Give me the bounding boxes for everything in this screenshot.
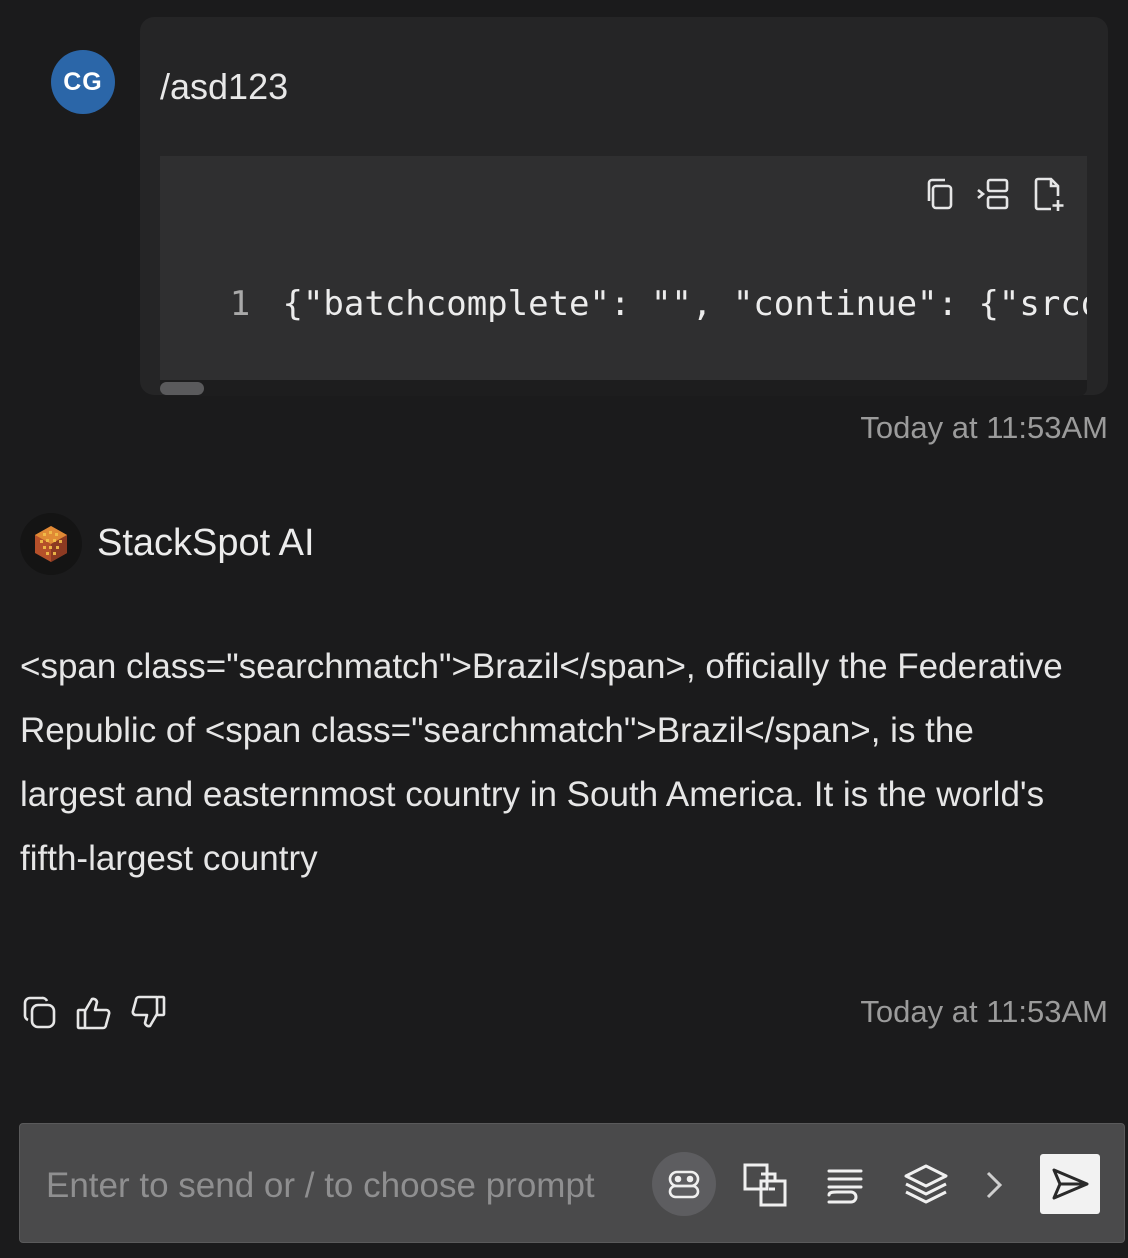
assistant-message-timestamp: Today at 11:53AM [860,994,1108,1029]
line-number: 1 [229,284,251,324]
scrollbar-thumb[interactable] [160,382,204,395]
thumbs-down-icon[interactable] [128,992,168,1034]
message-actions [20,992,168,1034]
stackspot-logo-icon [35,526,67,562]
prompt-input[interactable] [44,1162,638,1210]
user-avatar: CG [51,50,115,114]
copy-icon[interactable] [921,174,959,214]
copy-icon[interactable] [20,992,60,1034]
agent-icon [668,1170,700,1199]
knowledge-source-button[interactable] [740,1160,790,1210]
avatar-initials: CG [63,67,103,96]
chevron-right-icon [986,1171,1003,1199]
prompt-input-bar [19,1123,1125,1243]
stack-icon [904,1164,948,1204]
more-button[interactable] [978,1164,1010,1206]
send-icon [1052,1168,1089,1200]
code-line: 1 {"batchcomplete": "", "continue": {"sr… [160,284,1087,324]
new-file-icon[interactable] [1029,174,1067,214]
knowledge-base-icon [827,1169,863,1204]
agent-button[interactable] [652,1152,716,1216]
user-message-timestamp: Today at 11:53AM [860,410,1108,445]
knowledge-source-icon [743,1163,787,1207]
insert-icon[interactable] [975,174,1013,214]
code-block: 1 {"batchcomplete": "", "continue": {"sr… [160,156,1087,380]
code-text: {"batchcomplete": "", "continue": {"srco… [282,284,1087,324]
code-scrollbar[interactable] [160,380,1087,396]
assistant-message-text: <span class="searchmatch">Brazil</span>,… [20,647,1063,878]
chat-panel: CG /asd123 1 {"batchcomplete": "", "cont… [0,0,1128,1258]
knowledge-base-button[interactable] [820,1160,870,1210]
thumbs-up-icon[interactable] [74,992,114,1034]
assistant-name: StackSpot AI [97,522,315,564]
stack-button[interactable] [900,1160,952,1210]
user-message-text: /asd123 [160,66,289,107]
send-button[interactable] [1040,1154,1100,1214]
stackspot-logo [20,513,82,575]
code-actions [921,174,1067,214]
